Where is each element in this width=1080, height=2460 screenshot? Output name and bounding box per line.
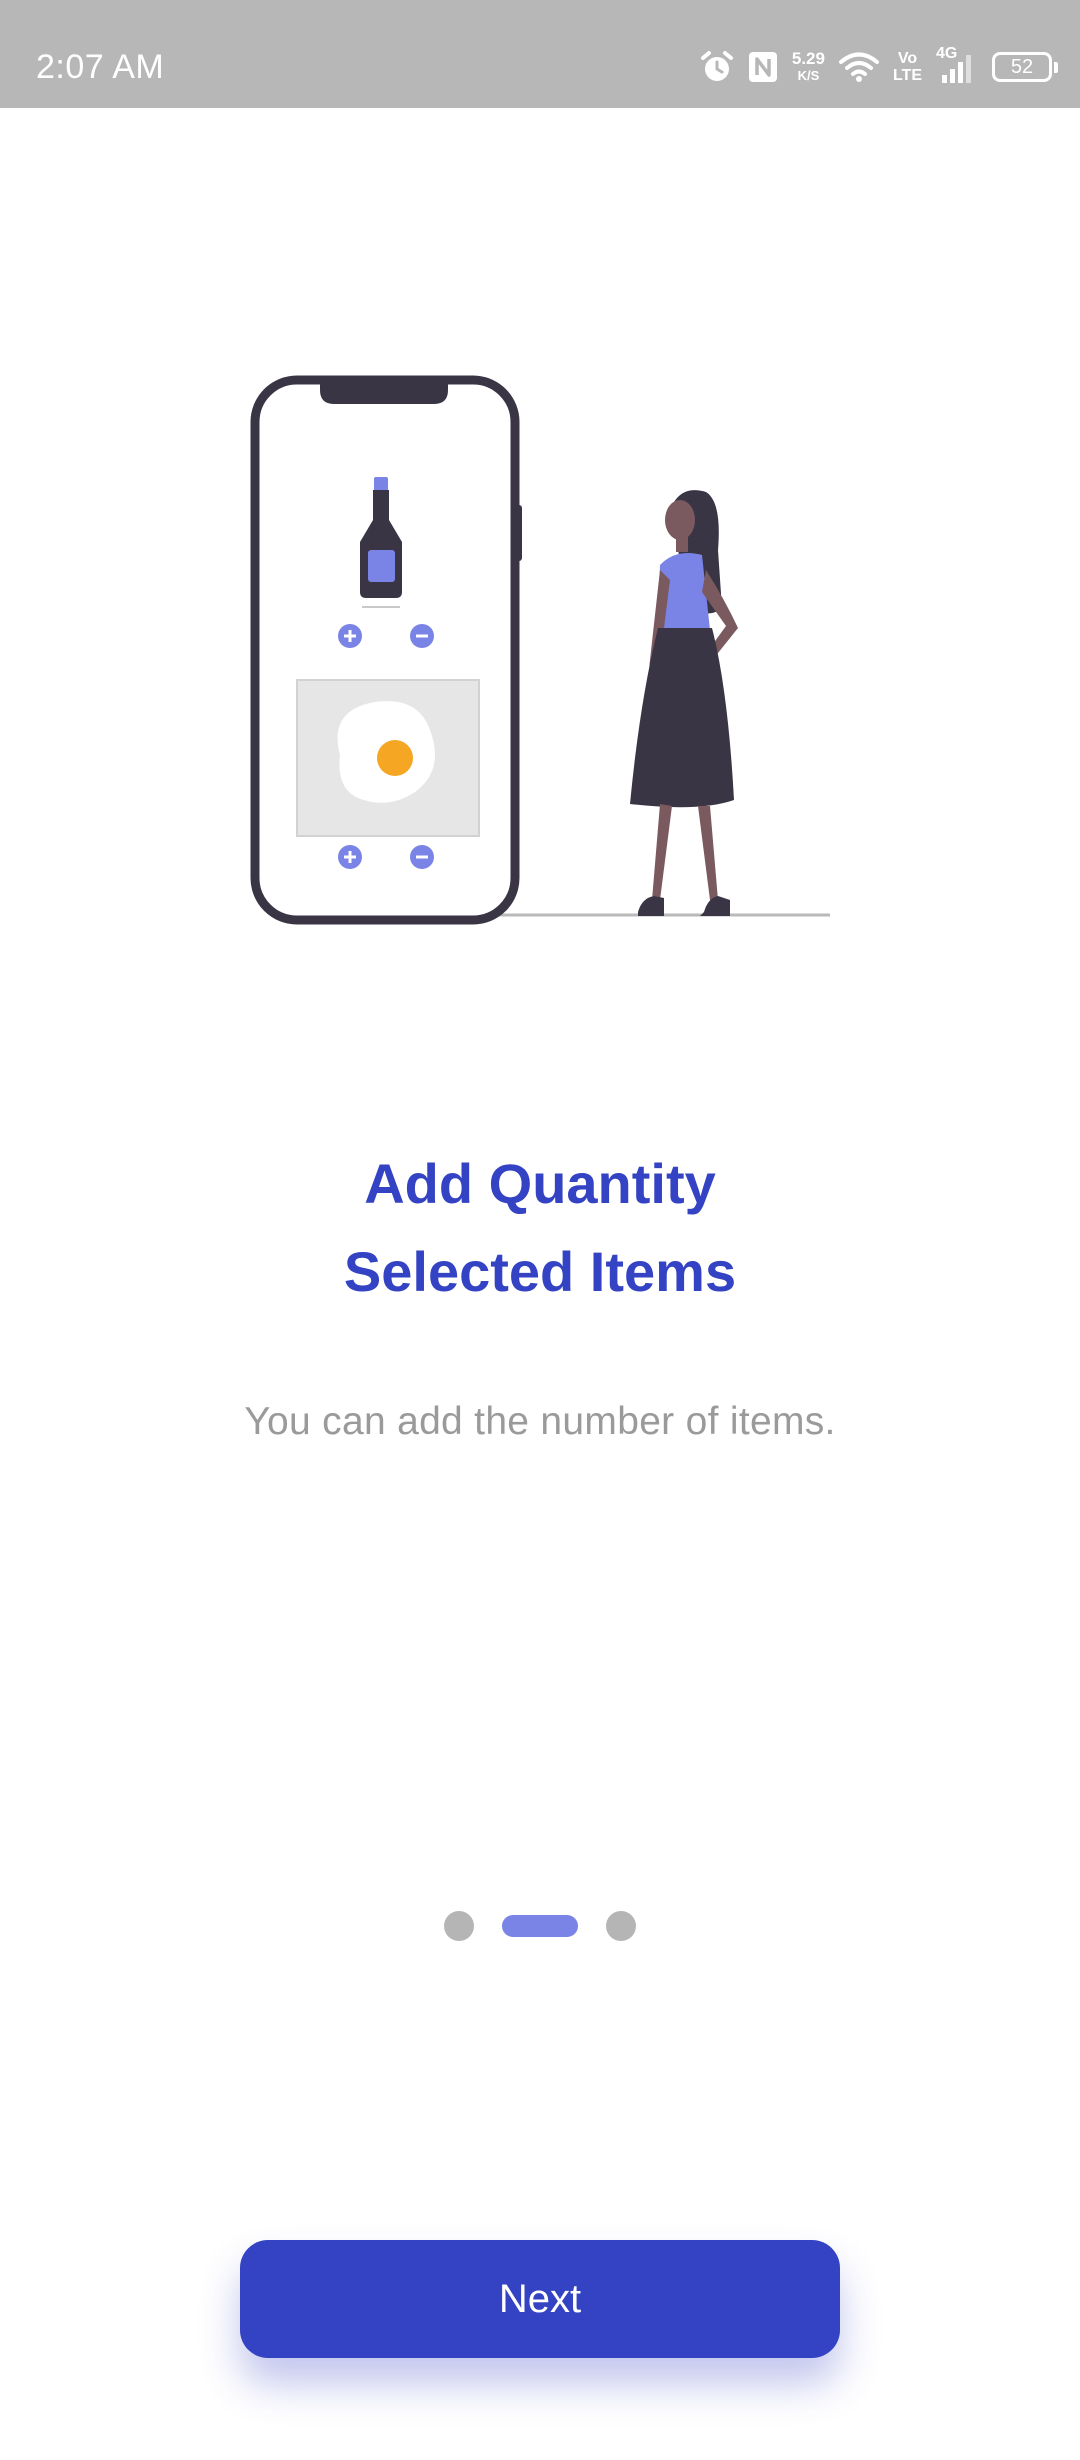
net-speed-value: 5.29	[791, 49, 825, 68]
wifi-icon	[838, 52, 879, 82]
nfc-icon	[748, 52, 777, 82]
onboarding-title: Add Quantity Selected Items	[0, 1140, 1080, 1316]
onboarding-subtitle: You can add the number of items.	[244, 1400, 836, 1443]
page-indicator	[0, 1911, 1080, 1941]
signal-group: 4G	[936, 45, 978, 85]
battery-icon: 52	[992, 52, 1058, 82]
minus-icon	[410, 624, 434, 648]
plus-icon	[338, 845, 362, 869]
volte-indicator: Vo LTE	[893, 50, 922, 84]
status-time: 2:07 AM	[36, 48, 165, 86]
woman-illustration	[630, 490, 738, 916]
title-line-1: Add Quantity	[364, 1152, 716, 1215]
status-icons: 5.29 K/S Vo LTE 4G 52	[700, 44, 1058, 90]
status-bar: 2:07 AM 5.29 K/S Vo LTE 4G 52	[0, 0, 1080, 108]
fried-egg-image	[296, 679, 480, 837]
onboarding-illustration	[250, 375, 830, 925]
page-dot-1[interactable]	[444, 1911, 474, 1941]
volte-top: Vo	[897, 50, 918, 67]
page-dot-3[interactable]	[606, 1911, 636, 1941]
minus-icon	[410, 845, 434, 869]
phone-illustration	[250, 375, 522, 925]
plus-icon	[338, 624, 362, 648]
page-dot-2-active[interactable]	[502, 1915, 578, 1937]
net-speed-unit: K/S	[797, 68, 820, 83]
alarm-icon	[700, 51, 733, 81]
next-button[interactable]: Next	[240, 2240, 840, 2358]
net-speed: 5.29 K/S	[792, 50, 825, 84]
onboarding-screen: 2:07 AM 5.29 K/S Vo LTE 4G 52 Add Quanti…	[0, 0, 1080, 2460]
signal-icon	[942, 55, 971, 83]
title-line-2: Selected Items	[343, 1240, 737, 1303]
volte-bottom: LTE	[892, 67, 922, 84]
